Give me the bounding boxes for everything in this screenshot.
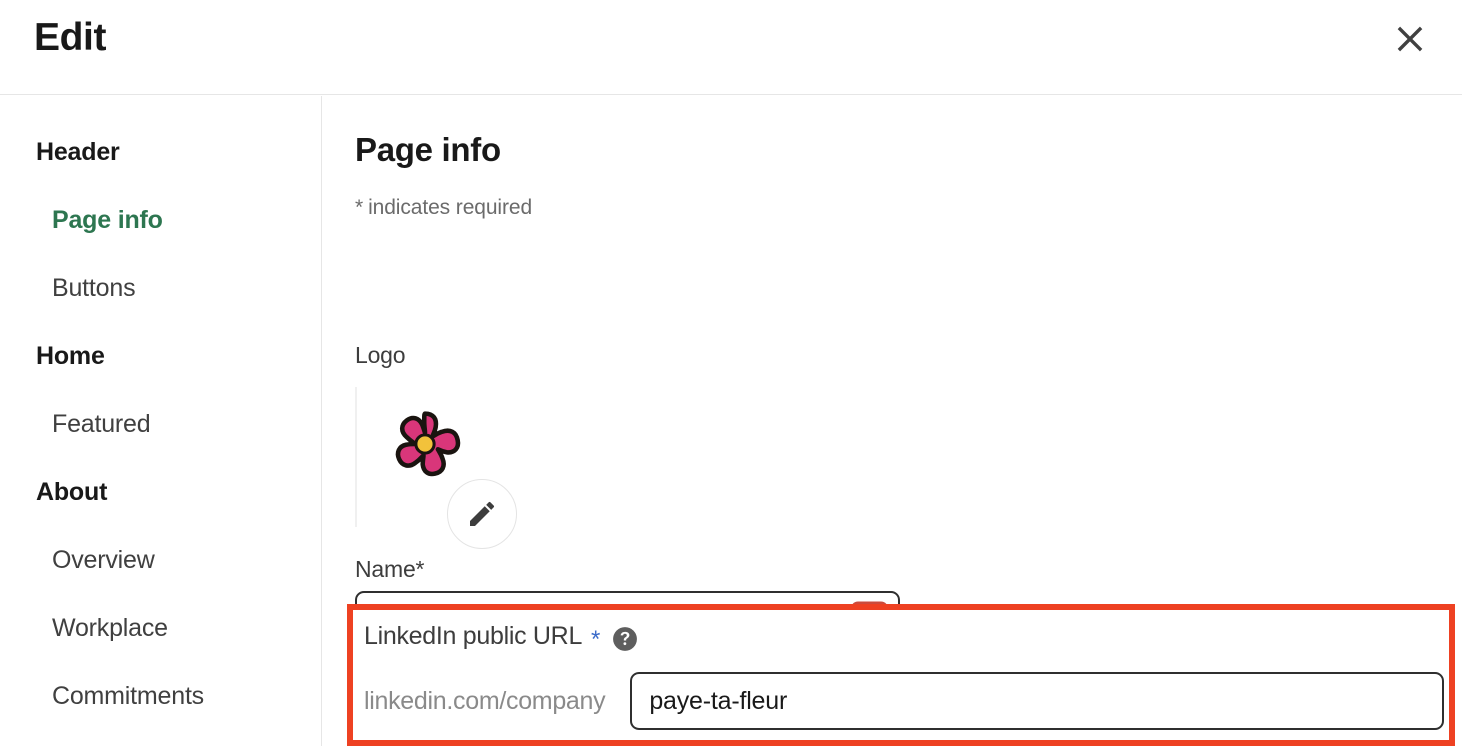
sidebar-item-page-info[interactable]: Page info [0, 186, 321, 254]
help-question-icon[interactable] [612, 626, 638, 652]
url-label-row: LinkedIn public URL * [364, 622, 638, 651]
url-prefix-label: linkedin.com/company [364, 686, 606, 715]
required-hint-text: indicates required [368, 196, 533, 219]
url-required-star: * [591, 625, 601, 653]
section-title: Page info [355, 131, 501, 168]
sidebar-group-home: Home [36, 341, 105, 370]
main-content: Page info * indicates required Logo Name… [323, 96, 1462, 746]
sidebar-item-featured[interactable]: Featured [0, 390, 321, 458]
linkedin-url-input[interactable] [630, 672, 1444, 730]
close-icon[interactable] [1385, 14, 1435, 64]
required-hint: * indicates required [355, 196, 532, 220]
logo-label: Logo [355, 342, 406, 368]
sidebar-item-buttons[interactable]: Buttons [0, 254, 321, 322]
sidebar-group-header: Header [36, 137, 120, 166]
required-star: * [355, 196, 364, 219]
pencil-icon[interactable] [447, 479, 517, 549]
edit-page-info-modal: Edit Header Page info Buttons Home Featu… [0, 0, 1462, 746]
url-field-label: LinkedIn public URL [364, 622, 583, 650]
sidebar-item-commitments[interactable]: Commitments [0, 662, 321, 730]
flower-logo-icon [387, 406, 463, 482]
page-title: Edit [34, 16, 107, 59]
linkedin-url-field-group: LinkedIn public URL * linkedin.com/compa… [347, 604, 1455, 746]
sidebar-item-overview[interactable]: Overview [0, 526, 321, 594]
sidebar-item-workplace[interactable]: Workplace [0, 594, 321, 662]
sidebar-group-about: About [36, 477, 108, 506]
modal-header: Edit [0, 0, 1462, 95]
name-field-label: Name* [355, 556, 425, 582]
sidebar-nav: Header Page info Buttons Home Featured A… [0, 96, 322, 746]
logo-block [355, 387, 555, 549]
url-input-row: linkedin.com/company [364, 672, 1444, 730]
